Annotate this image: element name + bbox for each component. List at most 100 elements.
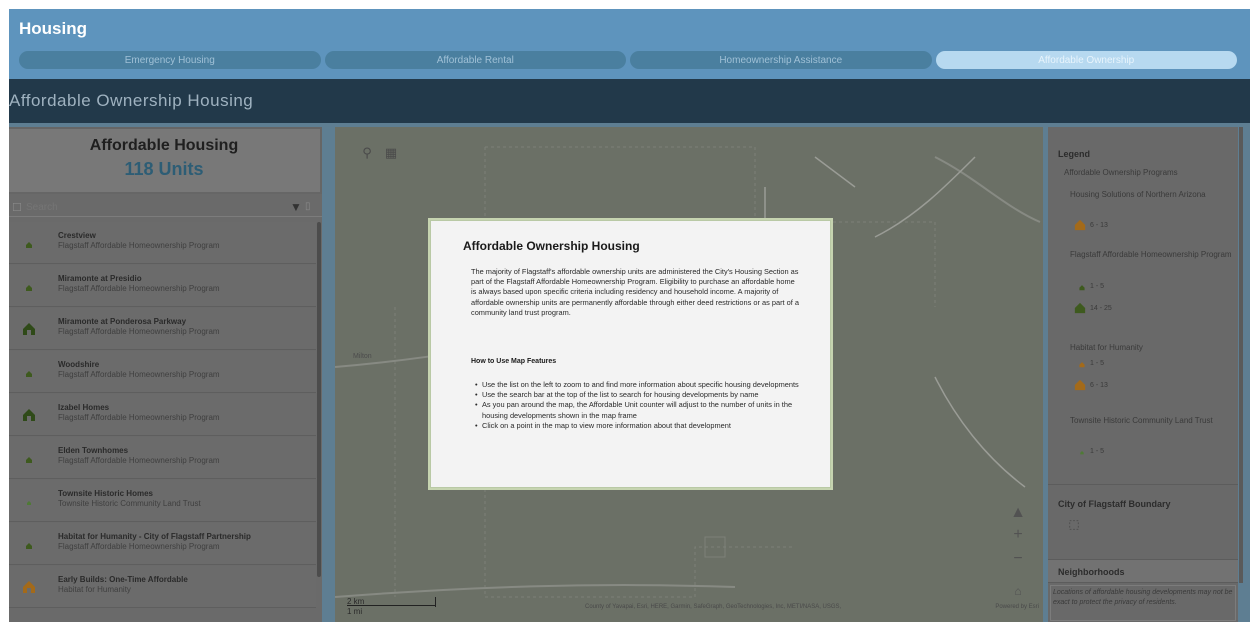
- compass-icon[interactable]: ▲: [1010, 505, 1026, 521]
- neighborhoods-layer[interactable]: Neighborhoods: [1048, 559, 1238, 583]
- dialog-subheading: How to Use Map Features: [471, 358, 557, 365]
- list-item-name: Early Builds: One-Time Affordable: [58, 575, 188, 584]
- app-header: Housing Emergency Housing Affordable Ren…: [9, 9, 1250, 79]
- legend-group-title: Affordable Ownership Programs: [1064, 168, 1178, 177]
- house-small-icon: [26, 543, 32, 549]
- basemap-gallery-icon[interactable]: ▦: [381, 143, 401, 163]
- house-small-icon: [26, 371, 32, 377]
- zoom-in-icon[interactable]: +: [1010, 527, 1026, 543]
- legend-scrollbar[interactable]: [1239, 127, 1243, 583]
- house-small-icon: [26, 457, 32, 463]
- list-item[interactable]: Townsite Historic Homes Townsite Histori…: [9, 480, 316, 522]
- units-indicator: Affordable Housing 118 Units: [9, 127, 322, 194]
- map-attribution: County of Yavapai, Esri, HERE, Garmin, S…: [585, 604, 842, 610]
- list-item-program: Flagstaff Affordable Homeownership Progr…: [58, 327, 220, 336]
- scale-mi-label: 1 mi: [347, 607, 363, 616]
- trash-icon[interactable]: ▯: [305, 201, 311, 212]
- legend-range: 1 - 5: [1090, 448, 1105, 455]
- legend-range: 6 - 13: [1090, 222, 1108, 229]
- list-item-name: Townsite Historic Homes: [58, 489, 153, 498]
- tab-homeownership-assistance[interactable]: Homeownership Assistance: [630, 51, 932, 69]
- dialog-bullet-list: Use the list on the left to zoom to and …: [475, 380, 805, 431]
- house-small-icon: [26, 285, 32, 291]
- house-small-icon: [26, 242, 32, 248]
- legend-program-name: Housing Solutions of Northern Arizona: [1070, 190, 1206, 199]
- dialog-paragraph: The majority of Flagstaff's affordable o…: [471, 267, 799, 317]
- list-item-program: Habitat for Humanity: [58, 585, 131, 594]
- list-item-name: Woodshire: [58, 360, 100, 369]
- legend-program-name: Habitat for Humanity: [1070, 343, 1143, 352]
- house-orange-icon: [23, 581, 35, 593]
- list-item-program: Flagstaff Affordable Homeownership Progr…: [58, 542, 220, 551]
- legend-footnote: Locations of affordable housing developm…: [1050, 585, 1236, 621]
- page-title: Affordable Ownership Housing: [9, 91, 254, 110]
- house-orange-icon: [1074, 379, 1086, 391]
- list-item[interactable]: Miramonte at Presidio Flagstaff Affordab…: [9, 265, 316, 307]
- house-orange-icon: [1074, 219, 1086, 231]
- list-item-name: Izabel Homes: [58, 403, 110, 412]
- tab-affordable-rental[interactable]: Affordable Rental: [324, 51, 626, 69]
- legend-range: 1 - 5: [1090, 360, 1105, 367]
- boundary-swatch-icon: [1069, 520, 1079, 530]
- list-item-name: Miramonte at Presidio: [58, 274, 142, 283]
- legend-panel: Legend Affordable Ownership Programs Hou…: [1048, 127, 1243, 622]
- map-search-icon[interactable]: ⚲: [357, 143, 377, 163]
- home-icon[interactable]: ⌂: [1010, 583, 1026, 599]
- list-item[interactable]: Early Builds: One-Time Affordable Habita…: [9, 566, 316, 608]
- dialog-bullet: Use the search bar at the top of the lis…: [475, 390, 805, 400]
- list-item-program: Flagstaff Affordable Homeownership Progr…: [58, 241, 220, 250]
- intro-dialog[interactable]: Affordable Ownership Housing The majorit…: [430, 220, 831, 488]
- scale-bar: 2 km 1 mi: [347, 597, 437, 617]
- list-item-program: Flagstaff Affordable Homeownership Progr…: [58, 456, 220, 465]
- tab-affordable-ownership[interactable]: Affordable Ownership: [935, 51, 1237, 69]
- powered-by-link[interactable]: Powered by Esri: [995, 604, 1039, 610]
- house-tiny-icon: [1080, 451, 1084, 455]
- list-scrollbar[interactable]: [317, 222, 321, 577]
- neighborhoods-label: Neighborhoods: [1058, 567, 1125, 577]
- boundary-title: City of Flagstaff Boundary: [1058, 499, 1171, 509]
- zoom-out-icon[interactable]: −: [1010, 551, 1026, 567]
- list-item-name: Elden Townhomes: [58, 446, 129, 455]
- list-item-name: Miramonte at Ponderosa Parkway: [58, 317, 187, 326]
- dialog-bullet: Use the list on the left to zoom to and …: [475, 380, 805, 390]
- list-item[interactable]: Miramonte at Ponderosa Parkway Flagstaff…: [9, 308, 316, 350]
- list-item[interactable]: Elden Townhomes Flagstaff Affordable Hom…: [9, 437, 316, 479]
- search-input[interactable]: [26, 200, 276, 214]
- tab-bar: Emergency Housing Affordable Rental Home…: [19, 51, 1237, 69]
- house-small-icon: [1079, 362, 1085, 368]
- list-item[interactable]: Izabel Homes Flagstaff Affordable Homeow…: [9, 394, 316, 436]
- filter-icon[interactable]: ▼: [290, 200, 302, 214]
- map-place-label: Milton: [353, 353, 372, 360]
- legend-range: 14 - 25: [1090, 305, 1112, 312]
- search-bar: ☐ ▼ ▯: [9, 199, 322, 217]
- legend-title: Legend: [1058, 149, 1091, 159]
- house-large-icon: [1074, 302, 1086, 314]
- house-small-icon: [1079, 285, 1085, 291]
- list-item[interactable]: Woodshire Flagstaff Affordable Homeowner…: [9, 351, 316, 393]
- list-item[interactable]: Crestview Flagstaff Affordable Homeowner…: [9, 222, 316, 264]
- housing-list-panel: Affordable Housing 118 Units ☐ ▼ ▯ Crest…: [9, 127, 322, 622]
- house-tiny-icon: [27, 501, 31, 505]
- search-icon: ☐: [12, 202, 22, 214]
- list-item-program: Flagstaff Affordable Homeownership Progr…: [58, 413, 220, 422]
- page-title-bar: Affordable Ownership Housing: [9, 79, 1250, 123]
- list-item-name: Habitat for Humanity - City of Flagstaff…: [58, 532, 251, 541]
- tab-emergency-housing[interactable]: Emergency Housing: [19, 51, 321, 69]
- legend-program-name: Townsite Historic Community Land Trust: [1070, 416, 1213, 425]
- dialog-title: Affordable Ownership Housing: [463, 239, 640, 253]
- legend-range: 6 - 13: [1090, 382, 1108, 389]
- house-large-icon: [23, 409, 35, 421]
- list-item-program: Townsite Historic Community Land Trust: [58, 499, 201, 508]
- house-large-icon: [23, 323, 35, 335]
- legend-range: 1 - 5: [1090, 283, 1105, 290]
- housing-list: Crestview Flagstaff Affordable Homeowner…: [9, 222, 316, 622]
- indicator-title: Affordable Housing: [89, 137, 239, 154]
- indicator-value: 118 Units: [124, 159, 204, 179]
- list-item-name: Crestview: [58, 231, 96, 240]
- legend-program-name: Flagstaff Affordable Homeownership Progr…: [1070, 250, 1232, 259]
- list-item-program: Flagstaff Affordable Homeownership Progr…: [58, 370, 220, 379]
- dialog-bullet: Click on a point in the map to view more…: [475, 421, 805, 431]
- list-item-program: Flagstaff Affordable Homeownership Progr…: [58, 284, 220, 293]
- list-item[interactable]: Habitat for Humanity - City of Flagstaff…: [9, 523, 316, 565]
- dialog-bullet: As you pan around the map, the Affordabl…: [475, 400, 805, 420]
